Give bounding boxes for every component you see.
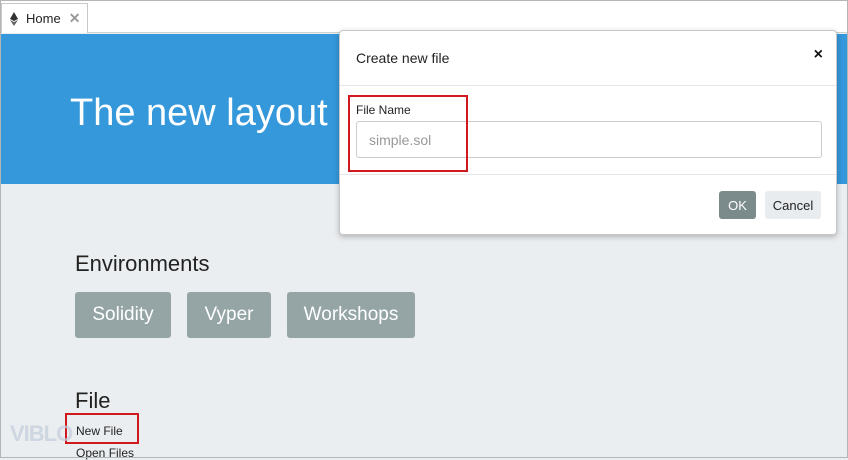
new-file-highlight: [65, 413, 139, 444]
cancel-button[interactable]: Cancel: [765, 191, 821, 219]
close-tab-icon[interactable]: ✕: [69, 10, 81, 27]
dialog-header: Create new file ×: [340, 31, 836, 86]
tab-home[interactable]: Home ✕: [1, 3, 88, 33]
dialog-title: Create new file: [356, 50, 450, 66]
ok-button[interactable]: OK: [719, 191, 756, 219]
tab-label: Home: [26, 11, 61, 26]
dialog-footer-divider: [340, 174, 836, 175]
ethereum-logo-icon: [10, 11, 18, 26]
create-file-dialog: Create new file × File Name OK Cancel: [339, 30, 837, 235]
environments-heading: Environments: [75, 251, 210, 276]
hero-title: The new layout: [70, 92, 328, 134]
close-icon[interactable]: ×: [814, 46, 823, 64]
workshops-button[interactable]: Workshops: [287, 292, 415, 338]
file-heading: File: [75, 388, 111, 413]
vyper-button[interactable]: Vyper: [187, 292, 271, 338]
watermark: VIBLO: [10, 421, 73, 446]
file-name-highlight: [348, 95, 468, 172]
solidity-button[interactable]: Solidity: [75, 292, 171, 338]
tab-bar: Home ✕: [0, 0, 848, 33]
